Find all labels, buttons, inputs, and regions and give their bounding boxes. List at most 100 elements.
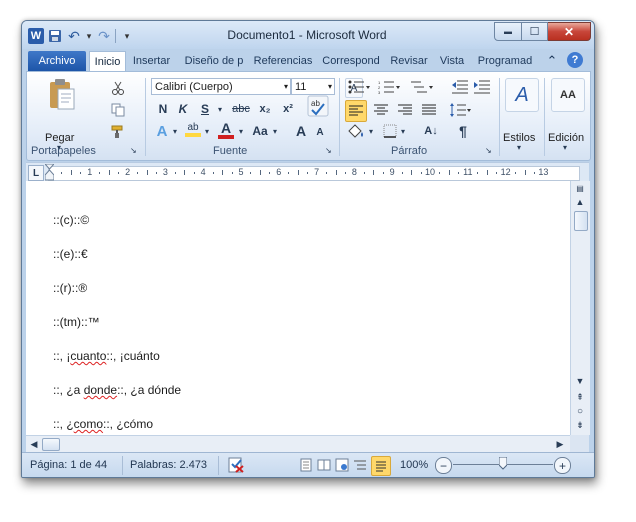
borders-icon[interactable] <box>380 122 400 140</box>
paragraph-launcher-icon[interactable]: ↘ <box>485 146 492 155</box>
next-page-icon[interactable]: ⇟ <box>573 419 587 431</box>
sort-icon[interactable]: A↓ <box>421 122 441 140</box>
scroll-right-icon[interactable]: ▶ <box>554 437 566 451</box>
full-screen-view-icon[interactable] <box>316 457 332 473</box>
subscript-button[interactable]: x₂ <box>257 100 273 118</box>
tab-vista[interactable]: Vista <box>435 51 469 71</box>
tab-programador[interactable]: Programad <box>474 51 536 71</box>
document-line[interactable]: ::, ¿a donde::, ¿a dónde <box>53 383 181 397</box>
grow-font-button[interactable]: A <box>293 122 309 140</box>
change-case-button[interactable]: Aa <box>250 122 270 140</box>
word-count[interactable]: Palabras: 2.473 <box>130 459 207 471</box>
bullets-icon[interactable] <box>347 78 371 96</box>
shading-dropdown-icon[interactable]: ▾ <box>367 122 375 140</box>
document-page[interactable]: ::(c)::©::(e)::€::(r)::®::(tm)::™::, ¡cu… <box>26 181 570 435</box>
line-spacing-icon[interactable] <box>449 100 473 120</box>
zoom-out-button[interactable]: − <box>435 457 452 474</box>
tab-diseno[interactable]: Diseño de p <box>180 51 248 71</box>
text-effects-dropdown-icon[interactable]: ▾ <box>171 122 179 140</box>
horizontal-scrollbar[interactable]: ◀ ▶ <box>26 435 570 453</box>
web-layout-view-icon[interactable] <box>334 457 350 473</box>
superscript-button[interactable]: x² <box>280 100 296 118</box>
font-size-dropdown-icon[interactable]: ▾ <box>328 82 332 91</box>
redo-icon[interactable]: ↷ <box>96 28 112 44</box>
minimize-button[interactable]: ▬ <box>494 22 522 41</box>
indent-marker-icon[interactable] <box>43 163 56 181</box>
zoom-slider-thumb[interactable] <box>498 456 508 470</box>
tab-referencias[interactable]: Referencias <box>251 51 315 71</box>
misspelled-word[interactable]: como <box>74 417 103 431</box>
minimize-ribbon-icon[interactable]: ⌃ <box>545 51 559 71</box>
shading-icon[interactable] <box>345 122 367 140</box>
horizontal-scroll-thumb[interactable] <box>42 438 60 451</box>
format-painter-icon[interactable] <box>110 124 126 140</box>
underline-dropdown-icon[interactable]: ▾ <box>215 100 225 118</box>
vertical-scrollbar[interactable]: ▤ ▲ ▼ ⇞ ○ ⇟ <box>570 181 590 435</box>
font-color-dropdown-icon[interactable]: ▾ <box>237 122 245 140</box>
zoom-level[interactable]: 100% <box>400 459 428 471</box>
font-name-combo[interactable]: Calibri (Cuerpo) ▾ <box>151 78 291 95</box>
document-line[interactable]: ::(r)::® <box>53 281 87 295</box>
font-launcher-icon[interactable]: ↘ <box>325 146 332 155</box>
horizontal-ruler[interactable]: L 1 2 3 4 5 6 7 8 9 10 11 12 13 <box>26 162 589 182</box>
maximize-button[interactable]: ☐ <box>522 22 548 41</box>
underline-button[interactable]: S <box>197 100 213 118</box>
styles-dropdown-icon[interactable]: ▾ <box>517 143 521 152</box>
shrink-font-button[interactable]: A <box>313 124 327 140</box>
word-app-icon[interactable]: W <box>28 28 44 44</box>
numbering-icon[interactable]: 123 <box>377 78 401 96</box>
editing-icon[interactable]: AA <box>551 78 585 112</box>
undo-dropdown-icon[interactable]: ▾ <box>85 28 93 44</box>
page-count[interactable]: Página: 1 de 44 <box>30 459 107 471</box>
scroll-up-icon[interactable]: ▲ <box>573 195 587 209</box>
browse-object-icon[interactable]: ○ <box>573 405 587 417</box>
paste-icon[interactable] <box>47 78 77 112</box>
document-line[interactable]: ::, ¡cuanto::, ¡cuánto <box>53 349 160 363</box>
highlight-dropdown-icon[interactable]: ▾ <box>203 122 211 140</box>
editing-dropdown-icon[interactable]: ▾ <box>563 143 567 152</box>
vertical-scroll-thumb[interactable] <box>574 211 588 231</box>
tab-archivo[interactable]: Archivo <box>28 51 86 71</box>
undo-icon[interactable]: ↶ <box>66 28 82 44</box>
spelling-icon[interactable]: ab <box>306 94 330 118</box>
multilevel-list-icon[interactable] <box>408 78 434 96</box>
ruler-toggle-icon[interactable]: ▤ <box>573 182 587 194</box>
show-marks-icon[interactable]: ¶ <box>455 122 471 140</box>
tab-revisar[interactable]: Revisar <box>389 51 429 71</box>
document-line[interactable]: ::(e)::€ <box>53 247 88 261</box>
align-right-button[interactable] <box>395 100 415 120</box>
misspelled-word[interactable]: donde <box>84 383 117 397</box>
print-layout-view-icon[interactable] <box>298 457 314 473</box>
document-line[interactable]: ::(c)::© <box>53 213 89 227</box>
cut-icon[interactable] <box>110 80 126 96</box>
document-line[interactable]: ::(tm)::™ <box>53 315 100 329</box>
document-line[interactable]: ::, ¿como::, ¿cómo <box>53 417 153 431</box>
justify-button[interactable] <box>419 100 439 120</box>
close-button[interactable]: ✕ <box>548 22 591 41</box>
proofing-icon[interactable] <box>226 456 246 474</box>
scroll-down-icon[interactable]: ▼ <box>573 374 587 388</box>
decrease-indent-icon[interactable] <box>451 78 469 96</box>
strikethrough-button[interactable]: abc <box>230 100 252 118</box>
font-name-dropdown-icon[interactable]: ▾ <box>284 82 288 91</box>
font-size-combo[interactable]: 11 ▾ <box>291 78 335 95</box>
clipboard-launcher-icon[interactable]: ↘ <box>130 146 137 155</box>
scroll-left-icon[interactable]: ◀ <box>28 437 40 451</box>
previous-page-icon[interactable]: ⇞ <box>573 391 587 403</box>
increase-indent-icon[interactable] <box>473 78 491 96</box>
tab-correspondencia[interactable]: Correspond <box>320 51 382 71</box>
misspelled-word[interactable]: cuanto <box>70 349 106 363</box>
zoom-in-button[interactable]: + <box>554 457 571 474</box>
copy-icon[interactable] <box>110 102 126 118</box>
customize-qat-icon[interactable]: ▾ <box>119 28 135 44</box>
outline-view-icon[interactable] <box>352 457 368 473</box>
help-icon[interactable]: ? <box>567 52 583 68</box>
italic-button[interactable]: K <box>175 100 191 118</box>
change-case-dropdown-icon[interactable]: ▾ <box>271 122 279 140</box>
font-color-icon[interactable]: A <box>217 120 235 140</box>
borders-dropdown-icon[interactable]: ▾ <box>399 122 407 140</box>
save-icon[interactable] <box>47 28 63 44</box>
text-effects-icon[interactable]: A <box>153 122 171 140</box>
highlight-color-icon[interactable]: ab <box>183 120 203 138</box>
align-left-button[interactable] <box>345 100 367 122</box>
